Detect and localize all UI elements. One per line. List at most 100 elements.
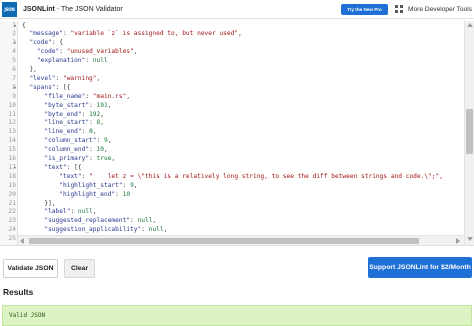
try-pro-button[interactable]: Try the New Pro xyxy=(341,4,388,15)
jsonlint-logo[interactable]: JSON xyxy=(2,1,17,17)
support-jsonlint-button[interactable]: Support JSONLint for $2/Month xyxy=(368,257,472,278)
code-token: "code" xyxy=(36,48,60,56)
line-number: 18 xyxy=(8,172,16,180)
code-line[interactable]: }], xyxy=(22,200,55,209)
code-line[interactable]: "code": { xyxy=(22,39,63,48)
code-token: "spans" xyxy=(29,83,56,91)
code-token: "level" xyxy=(29,74,56,82)
line-number: 19 xyxy=(8,181,16,189)
code-token: }, xyxy=(22,66,37,73)
line-number-gutter: 1 2 3 4 5 6 7 8 9 10 11 12 13 14 15 16 17 18 19 20 21 22 23 24 2… xyxy=(0,21,18,245)
code-line[interactable]: }, xyxy=(22,66,37,75)
code-line[interactable]: "message": "variable `z` is assigned to,… xyxy=(22,30,241,39)
result-message: Valid JSON xyxy=(9,312,46,319)
code-line[interactable]: "label": null, xyxy=(22,208,96,217)
code-token: , xyxy=(96,74,101,82)
fold-toggle-icon[interactable]: ▾ xyxy=(14,84,18,93)
line-number: 25 xyxy=(8,235,16,243)
line-number: 24 xyxy=(8,226,16,234)
code-line[interactable]: "suggested_replacement": null, xyxy=(22,217,156,226)
code-line[interactable]: "column_start": 9, xyxy=(22,137,111,146)
more-developer-tools-link[interactable]: More Developer Tools xyxy=(408,4,472,15)
code-line[interactable]: "code": "unused_variables", xyxy=(22,48,138,57)
clear-button[interactable]: Clear xyxy=(64,259,95,278)
code-token: "variable `z` is assigned to, but never … xyxy=(70,30,239,38)
code-line[interactable]: "is_primary": true, xyxy=(22,155,115,164)
horizontal-scrollbar[interactable] xyxy=(18,235,464,245)
code-line[interactable]: "highlight_start": 9, xyxy=(22,181,138,191)
code-token: "text" xyxy=(44,163,67,171)
json-editor[interactable]: 1 2 3 4 5 6 7 8 9 10 11 12 13 14 15 16 17 18 19 20 21 22 23 24 2… xyxy=(0,21,474,245)
code-line[interactable]: "text": " let z = \"this is a relatively… xyxy=(22,173,443,182)
code-token: "is_primary" xyxy=(44,155,90,162)
code-token: , xyxy=(100,119,104,127)
line-number: 21 xyxy=(8,199,16,207)
horizontal-scroll-thumb[interactable] xyxy=(29,238,419,244)
code-token: : xyxy=(81,128,90,136)
code-token: "message" xyxy=(29,30,63,38)
code-line[interactable]: "level": "warning", xyxy=(22,75,100,84)
validate-json-button[interactable]: Validate JSON xyxy=(3,259,58,278)
code-line[interactable]: "spans": [{ xyxy=(22,84,70,93)
code-token: : xyxy=(96,137,104,145)
code-token: : xyxy=(130,217,138,225)
scroll-up-arrow-icon[interactable] xyxy=(467,23,473,27)
logo-text: JSON xyxy=(4,6,15,12)
code-token: 10 xyxy=(122,190,131,198)
code-token: , xyxy=(103,146,108,154)
editor-divider xyxy=(0,245,474,246)
fold-toggle-icon[interactable]: ▾ xyxy=(14,22,18,31)
code-token: : [{ xyxy=(55,83,71,91)
code-line[interactable]: "column_end": 10, xyxy=(22,146,108,155)
code-token: "byte_start" xyxy=(44,101,90,109)
code-token: : xyxy=(89,101,97,109)
vertical-scroll-thumb[interactable] xyxy=(466,109,473,154)
code-token: 192 xyxy=(89,110,101,118)
line-number: 14 xyxy=(8,137,16,145)
code-line[interactable]: "byte_start": 191, xyxy=(22,102,111,111)
line-number: 13 xyxy=(8,128,16,136)
apps-grid-icon[interactable] xyxy=(395,5,403,13)
code-token: , xyxy=(107,137,112,145)
code-line[interactable]: "text": [{ xyxy=(22,163,82,173)
code-area[interactable]: { "message": "variable `z` is assigned t… xyxy=(22,21,462,245)
fold-toggle-icon[interactable]: ▾ xyxy=(14,164,18,173)
code-line[interactable]: "explanation": null xyxy=(22,57,108,66)
fold-toggle-icon[interactable]: ▾ xyxy=(14,39,18,48)
code-line[interactable]: "line_end": 8, xyxy=(22,128,96,137)
code-token: "code" xyxy=(29,39,52,47)
scroll-right-arrow-icon[interactable] xyxy=(456,238,460,244)
code-line[interactable]: "highlight_end": 10 xyxy=(22,191,130,200)
line-number: 2 xyxy=(12,30,16,38)
scroll-left-arrow-icon[interactable] xyxy=(20,238,24,244)
code-token: "main.rs" xyxy=(92,92,127,100)
scroll-down-arrow-icon[interactable] xyxy=(467,237,473,241)
code-line[interactable]: "line_start": 8, xyxy=(22,119,104,128)
code-token: : xyxy=(89,119,97,127)
code-token: null xyxy=(92,57,108,65)
code-token: "column_start" xyxy=(44,137,97,145)
code-token: , xyxy=(152,217,157,225)
code-line[interactable]: "suggestion_applicability": null, xyxy=(22,226,167,235)
code-line[interactable]: "byte_end": 192, xyxy=(22,111,104,120)
code-token: : xyxy=(70,208,78,216)
code-token: : xyxy=(85,92,93,100)
code-token: : xyxy=(115,190,123,198)
code-token: : [{ xyxy=(66,163,82,171)
line-number: 22 xyxy=(8,208,16,216)
code-token: , xyxy=(133,181,138,189)
code-token: null xyxy=(148,226,164,234)
vertical-scrollbar[interactable] xyxy=(464,21,474,245)
code-line[interactable]: "file_name": "main.rs", xyxy=(22,93,130,102)
line-number: 12 xyxy=(8,119,16,127)
